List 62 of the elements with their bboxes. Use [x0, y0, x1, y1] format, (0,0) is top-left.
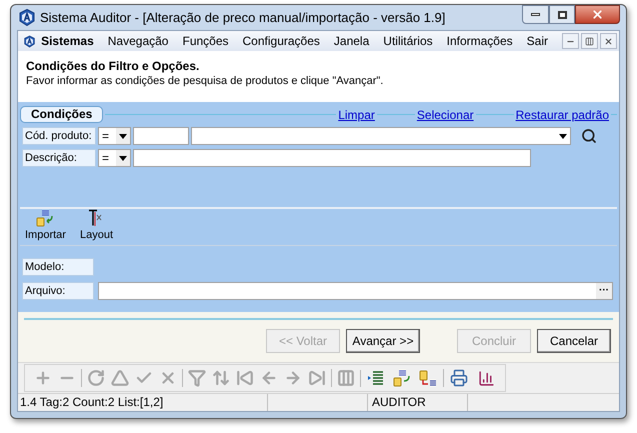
mdi-close-button[interactable]	[600, 33, 617, 49]
field-label: Cód. produto:	[22, 127, 96, 145]
code-input-field[interactable]	[133, 127, 189, 145]
plus-icon[interactable]	[34, 369, 52, 387]
caret-icon	[119, 156, 127, 160]
minimize-button[interactable]	[522, 5, 549, 24]
restore-icon	[585, 36, 594, 46]
list-icon[interactable]	[367, 370, 385, 386]
mdi-restore-button[interactable]	[581, 33, 598, 49]
caret-icon	[119, 134, 127, 138]
menu-logo-icon	[24, 32, 36, 50]
menu-item[interactable]: Configurações	[242, 32, 320, 50]
last-icon[interactable]	[308, 369, 326, 387]
sort-icon[interactable]	[212, 369, 230, 387]
first-icon[interactable]	[236, 369, 254, 387]
close-button[interactable]	[575, 5, 620, 24]
mdi-minimize-button[interactable]	[562, 33, 579, 49]
printer-icon[interactable]	[450, 369, 468, 387]
operator-dropdown[interactable]: =	[98, 127, 131, 145]
layout-icon	[88, 209, 104, 227]
link[interactable]: Selecionar	[414, 106, 476, 124]
menu-item[interactable]: Navegação	[108, 32, 168, 50]
status-info: 1.4 Tag:2 Count:2 List:[1,2]	[18, 394, 268, 411]
maximize-button[interactable]	[549, 5, 575, 24]
right-arrow-icon[interactable]	[284, 369, 302, 387]
toolbar-button[interactable]: Importar	[25, 210, 66, 242]
menu-item[interactable]: Informações	[446, 32, 513, 50]
chart-icon[interactable]	[478, 370, 495, 386]
menu-item[interactable]: Janela	[334, 32, 370, 50]
field-label: Descrição:	[22, 149, 96, 167]
caret-icon	[559, 134, 567, 138]
close-icon	[604, 36, 613, 46]
file-path-field[interactable]: ···	[98, 282, 613, 300]
window-title: Sistema Auditor - [Alteração de preco manual/importação - versão 1.9]	[40, 8, 446, 27]
menu-item[interactable]: Sair	[526, 32, 548, 50]
database-list-icon[interactable]	[419, 370, 437, 386]
wizard-button[interactable]: Avançar >>	[346, 329, 420, 353]
toolbar-button[interactable]: Layout	[80, 209, 113, 242]
search-icon[interactable]	[581, 128, 597, 144]
header-subtitle: Favor informar as condições de pesquisa de produtos e clique "Avançar".	[26, 74, 384, 89]
close-icon	[591, 8, 604, 21]
field-label: Modelo:	[22, 258, 94, 276]
app-logo-icon	[19, 9, 35, 26]
browse-button[interactable]: ···	[596, 283, 612, 299]
field-label: Arquivo:	[22, 282, 94, 300]
transfer-icon[interactable]	[393, 370, 411, 386]
menu-item[interactable]: Funções	[182, 32, 229, 50]
description-input-field[interactable]	[133, 149, 531, 167]
triangle-icon[interactable]	[111, 369, 129, 387]
refresh-icon[interactable]	[87, 369, 105, 387]
import-icon	[36, 210, 54, 227]
wizard-button[interactable]: Cancelar	[537, 329, 611, 353]
menu-item[interactable]: Utilitários	[383, 32, 433, 50]
header-title: Condições do Filtro e Opções.	[26, 59, 200, 74]
link[interactable]: Restaurar padrão	[514, 106, 611, 124]
operator-dropdown[interactable]: =	[98, 149, 131, 167]
product-dropdown[interactable]	[191, 127, 571, 145]
status-user: AUDITOR	[370, 394, 468, 411]
conditions-tab[interactable]: Condições	[20, 106, 104, 123]
columns-icon[interactable]	[337, 369, 355, 387]
menu-item[interactable]: Sistemas	[41, 32, 94, 50]
link[interactable]: Limpar	[336, 106, 377, 124]
